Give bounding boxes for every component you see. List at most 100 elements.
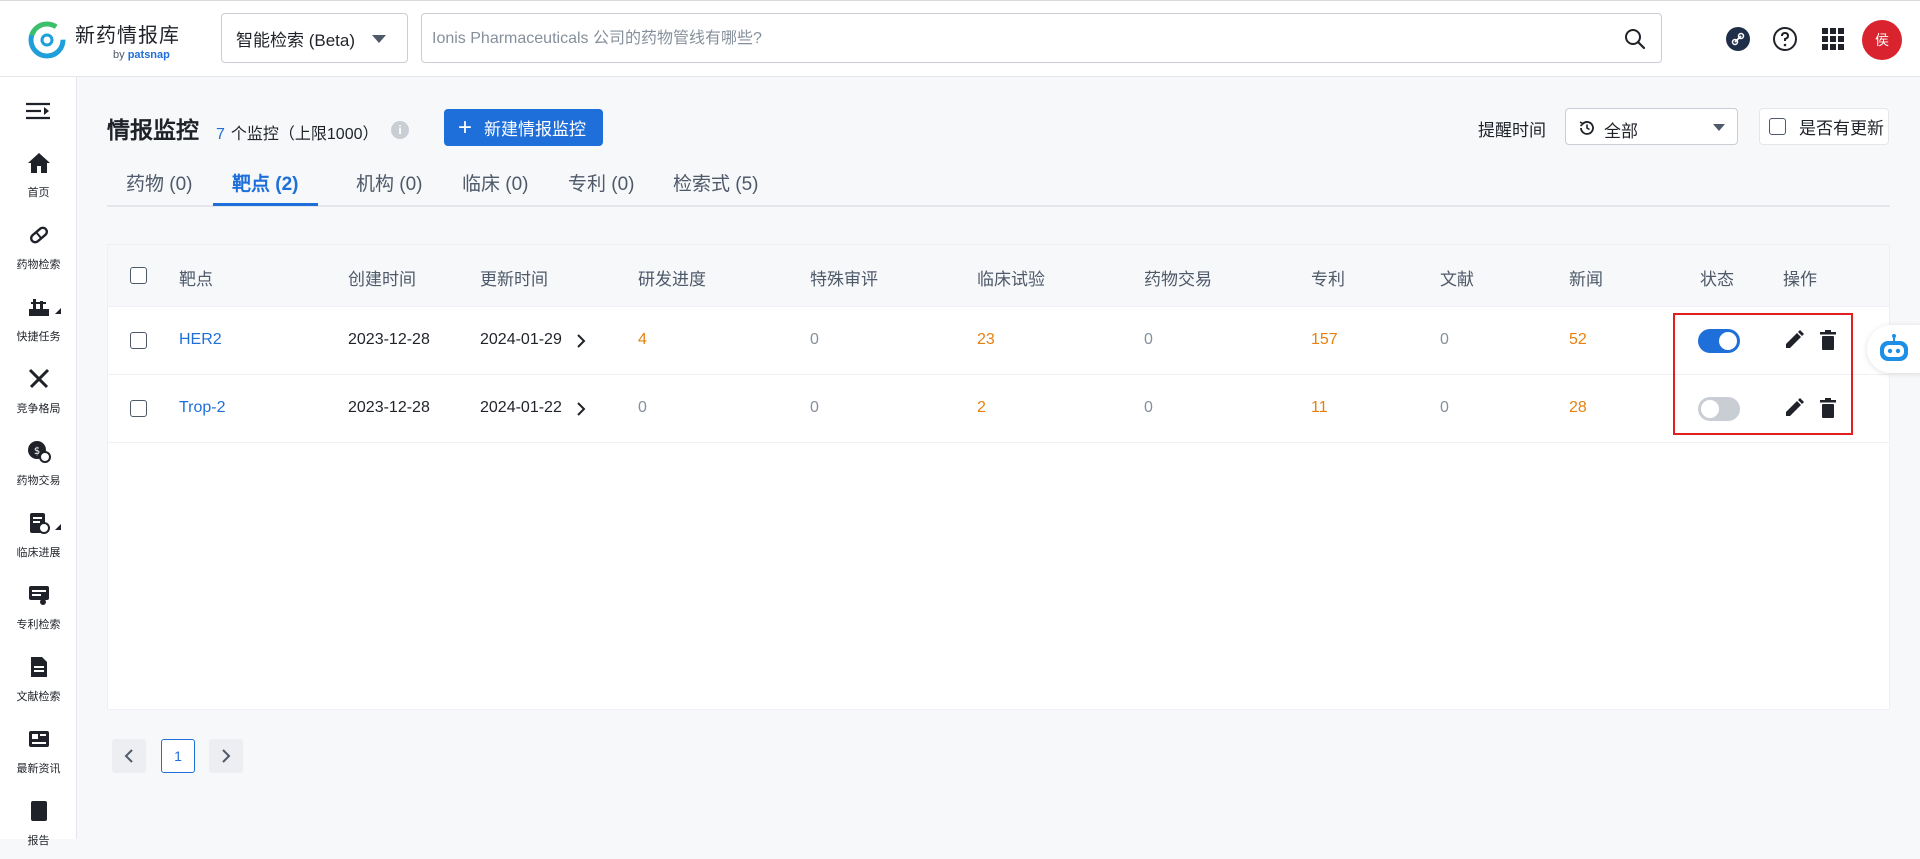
page-number-button[interactable]: 1 [161,739,195,773]
next-page-button[interactable] [209,739,243,773]
sidebar-item-competition[interactable]: 竞争格局 [0,367,77,427]
patent-icon [28,586,49,605]
page-title: 情报监控 [107,117,199,143]
remind-time-value: 全部 [1604,122,1638,141]
help-icon[interactable] [1772,26,1798,52]
history-icon [1579,121,1594,135]
literature-count: 0 [1440,331,1449,348]
tab-drugs[interactable]: 药物 (0) [107,169,212,206]
news-count[interactable]: 52 [1569,331,1587,349]
patents-count[interactable]: 11 [1311,399,1328,417]
clinical-icon [29,513,50,534]
caret-down-icon [1713,124,1725,131]
sidebar: 首页 药物检索 快捷任务 竞争格局 $ 药物交易 临床进展 专利检索 文献检索 … [0,77,77,847]
column-header[interactable]: 临床试验 [977,265,1045,290]
sidebar-item-drug-search[interactable]: 药物检索 [0,223,77,283]
logo-icon [28,21,66,59]
collapse-menu-icon[interactable] [25,101,51,121]
progress-count[interactable]: 4 [638,331,647,349]
caret-down-icon [372,35,386,43]
search-mode-value: 智能检索 (Beta) [236,30,356,50]
column-header: 操作 [1783,270,1817,289]
column-header[interactable]: 文献 [1440,265,1474,290]
apps-grid-icon[interactable] [1820,26,1846,52]
sidebar-item-literature-search[interactable]: 文献检索 [0,655,77,715]
column-header[interactable]: 专利 [1311,265,1345,290]
prev-page-button[interactable] [112,739,146,773]
tab-clinical[interactable]: 临床 (0) [443,169,548,206]
column-header[interactable]: 研发进度 [638,265,706,290]
top-bar: 新药情报库 by patsnap 智能检索 (Beta) 侯 [0,0,1920,77]
monitor-count-number: 7 [216,126,225,143]
created-time: 2023-12-28 [348,331,430,348]
clinical-trials-count[interactable]: 23 [977,331,995,349]
swords-icon [28,368,49,389]
sidebar-item-latest-news[interactable]: 最新资讯 [0,727,77,787]
assistant-bot-button[interactable] [1867,325,1920,373]
task-icon [28,299,49,316]
chevron-left-icon [124,749,133,763]
user-avatar[interactable]: 侯 [1862,20,1902,60]
updated-time: 2024-01-22 [480,399,562,416]
sidebar-item-quick-tasks[interactable]: 快捷任务 [0,295,77,355]
updated-time: 2024-01-29 [480,331,562,348]
new-monitor-button[interactable]: + 新建情报监控 [444,109,603,146]
target-link[interactable]: HER2 [179,331,222,349]
tab-patents[interactable]: 专利 (0) [549,169,654,206]
news-count[interactable]: 28 [1569,399,1587,417]
clinical-trials-count[interactable]: 2 [977,399,986,417]
drug-deals-count: 0 [1144,399,1153,416]
news-icon [28,731,49,747]
monitor-table: 靶点 创建时间 更新时间 研发进度 特殊审评 临床试验 药物交易 专利 文献 新… [107,244,1890,710]
special-review-count: 0 [810,399,819,416]
sidebar-item-clinical[interactable]: 临床进展 [0,511,77,571]
logo[interactable]: 新药情报库 by patsnap [27,19,180,61]
row-checkbox[interactable] [130,400,147,417]
select-all-checkbox[interactable] [130,267,147,284]
robot-icon [1880,334,1908,361]
has-update-checkbox[interactable] [1769,118,1786,135]
tab-search-queries[interactable]: 检索式 (5) [654,169,778,206]
column-header[interactable]: 特殊审评 [810,265,878,290]
document-icon [30,657,47,677]
special-review-count: 0 [810,331,819,348]
link-icon[interactable] [1725,26,1751,52]
progress-count: 0 [638,399,647,416]
expand-corner-icon [55,308,61,314]
sidebar-item-report[interactable]: 报告 [0,799,77,859]
search-box[interactable] [421,13,1662,63]
search-mode-select[interactable]: 智能检索 (Beta) [221,13,408,63]
tab-targets[interactable]: 靶点 (2) [213,169,318,206]
drug-deals-count: 0 [1144,331,1153,348]
sidebar-item-patent-search[interactable]: 专利检索 [0,583,77,643]
row-checkbox[interactable] [130,332,147,349]
chevron-right-icon [222,749,231,763]
sidebar-item-home[interactable]: 首页 [0,151,77,211]
highlight-box [1673,313,1853,435]
plus-icon: + [458,113,473,141]
search-input[interactable] [432,24,1582,54]
literature-count: 0 [1440,399,1449,416]
tab-organizations[interactable]: 机构 (0) [337,169,442,206]
column-header[interactable]: 更新时间 [480,265,548,290]
column-header[interactable]: 药物交易 [1144,265,1212,290]
search-icon[interactable] [1623,27,1647,51]
info-icon[interactable]: i [391,121,409,139]
remind-time-label: 提醒时间 [1478,121,1546,140]
logo-title: 新药情报库 [75,25,180,47]
sidebar-item-drug-deals[interactable]: $ 药物交易 [0,439,77,499]
chevron-right-icon[interactable] [576,401,586,417]
target-link[interactable]: Trop-2 [179,399,226,417]
remind-time-select[interactable]: 全部 [1565,108,1738,145]
column-header[interactable]: 创建时间 [348,265,416,290]
monitor-count: 7 个监控（上限1000） [216,120,379,144]
chevron-right-icon[interactable] [576,333,586,349]
column-header: 状态 [1700,270,1734,289]
column-header[interactable]: 靶点 [179,265,213,290]
expand-corner-icon [55,524,61,530]
has-update-filter[interactable]: 是否有更新 [1759,108,1889,145]
patents-count[interactable]: 157 [1311,331,1338,349]
report-icon [30,801,47,821]
table-header: 靶点 创建时间 更新时间 研发进度 特殊审评 临床试验 药物交易 专利 文献 新… [108,245,1889,307]
column-header[interactable]: 新闻 [1569,265,1603,290]
